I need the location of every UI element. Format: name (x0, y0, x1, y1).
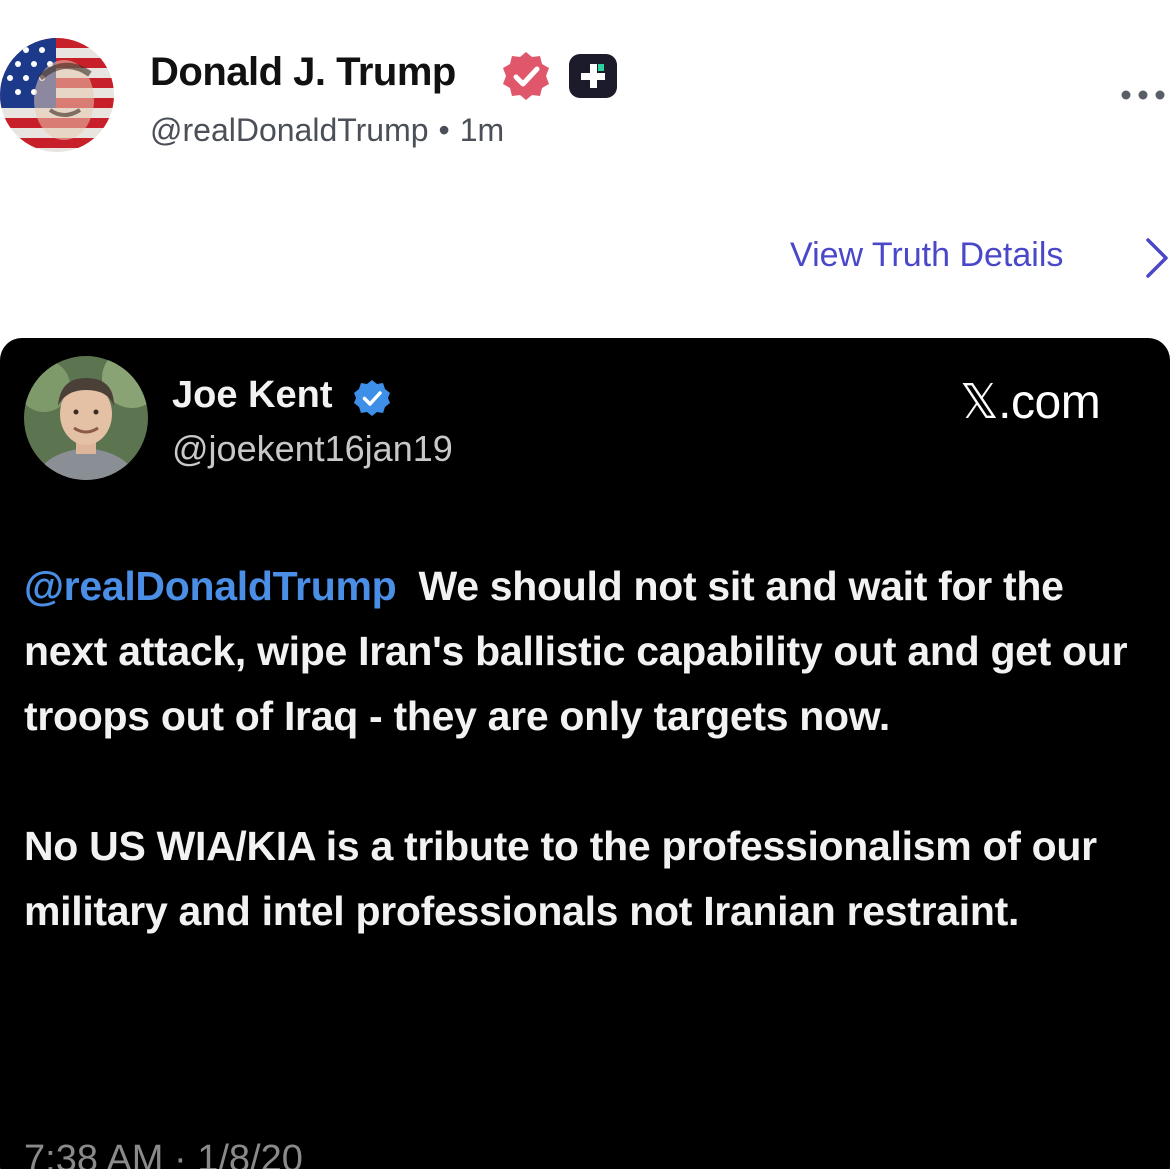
author-handle-line: @realDonaldTrump • 1m (150, 112, 504, 149)
embedded-x-post[interactable]: Joe Kent @joekent16jan19 𝕏.com @realDona… (0, 338, 1170, 1169)
embed-author-handle[interactable]: @joekent16jan19 (172, 428, 453, 470)
separator-dot: • (438, 112, 450, 148)
author-avatar[interactable] (0, 38, 114, 152)
embed-paragraph-2: No US WIA/KIA is a tribute to the profes… (24, 823, 1097, 934)
x-com-brand: 𝕏.com (960, 376, 1101, 429)
more-horizontal-icon[interactable] (1120, 84, 1166, 106)
embed-author-name[interactable]: Joe Kent (172, 374, 332, 417)
plus-badge-icon (568, 53, 618, 99)
truth-post-screen: Donald J. Trump @realDonaldTrump • 1m View… (0, 0, 1170, 1169)
author-handle[interactable]: @realDonaldTrump (150, 112, 429, 148)
chevron-right-icon[interactable] (1144, 236, 1170, 280)
blue-check-icon (352, 378, 392, 418)
embed-post-text: @realDonaldTrump We should not sit and w… (24, 554, 1134, 944)
verified-badge-icon (500, 50, 552, 102)
author-name[interactable]: Donald J. Trump (150, 50, 456, 95)
mention-link[interactable]: @realDonaldTrump (24, 563, 397, 609)
post-time[interactable]: 1m (460, 112, 504, 148)
view-truth-details-link[interactable]: View Truth Details (790, 236, 1063, 275)
embed-author-avatar[interactable] (24, 356, 148, 480)
embed-paragraph-1: @realDonaldTrump We should not sit and w… (24, 554, 1134, 749)
embed-timestamp: 7:38 AM · 1/8/20 (24, 1138, 303, 1169)
